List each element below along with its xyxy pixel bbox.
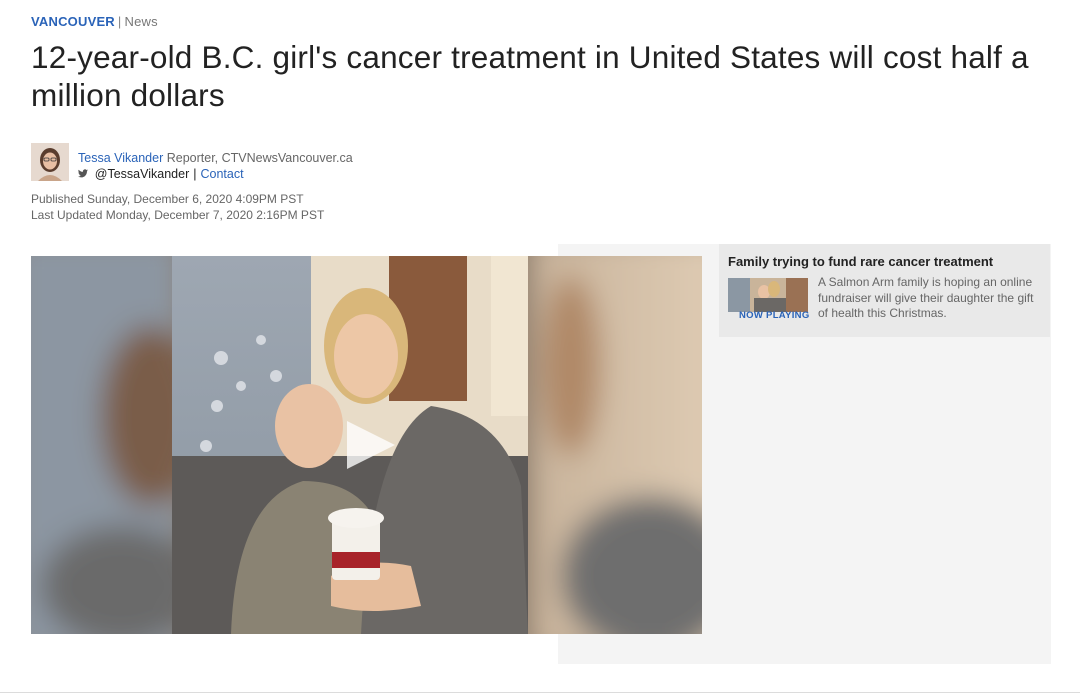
now-playing-label: NOW PLAYING — [739, 310, 810, 321]
page-divider — [0, 692, 1080, 693]
breadcrumb-section-link[interactable]: VANCOUVER — [31, 14, 115, 29]
author-name-link[interactable]: Tessa Vikander — [78, 151, 163, 165]
article-dates: Published Sunday, December 6, 2020 4:09P… — [31, 191, 324, 223]
breadcrumb-subsection-link[interactable]: News — [124, 14, 157, 29]
last-updated-date: Last Updated Monday, December 7, 2020 2:… — [31, 208, 325, 222]
author-info: Tessa Vikander Reporter, CTVNewsVancouve… — [78, 150, 398, 184]
contact-link[interactable]: Contact — [200, 167, 243, 181]
twitter-handle-link[interactable]: @TessaVikander — [95, 167, 189, 181]
playlist-item-description: A Salmon Arm family is hoping an online … — [818, 275, 1034, 320]
playlist-item[interactable]: Family trying to fund rare cancer treatm… — [719, 244, 1050, 337]
play-icon — [347, 421, 395, 469]
breadcrumb: VANCOUVER | News — [31, 14, 158, 29]
author-role: Reporter, CTVNewsVancouver.ca — [166, 151, 353, 165]
playlist-item-thumbnail[interactable] — [728, 278, 808, 312]
published-date: Published Sunday, December 6, 2020 4:09P… — [31, 192, 304, 206]
twitter-icon[interactable] — [78, 169, 91, 181]
byline-separator: | — [193, 167, 197, 181]
author-avatar[interactable] — [31, 143, 69, 181]
playlist-item-title[interactable]: Family trying to fund rare cancer treatm… — [728, 254, 1048, 269]
breadcrumb-separator: | — [117, 14, 122, 29]
play-button[interactable] — [343, 417, 399, 473]
article-headline: 12-year-old B.C. girl's cancer treatment… — [31, 39, 1029, 113]
